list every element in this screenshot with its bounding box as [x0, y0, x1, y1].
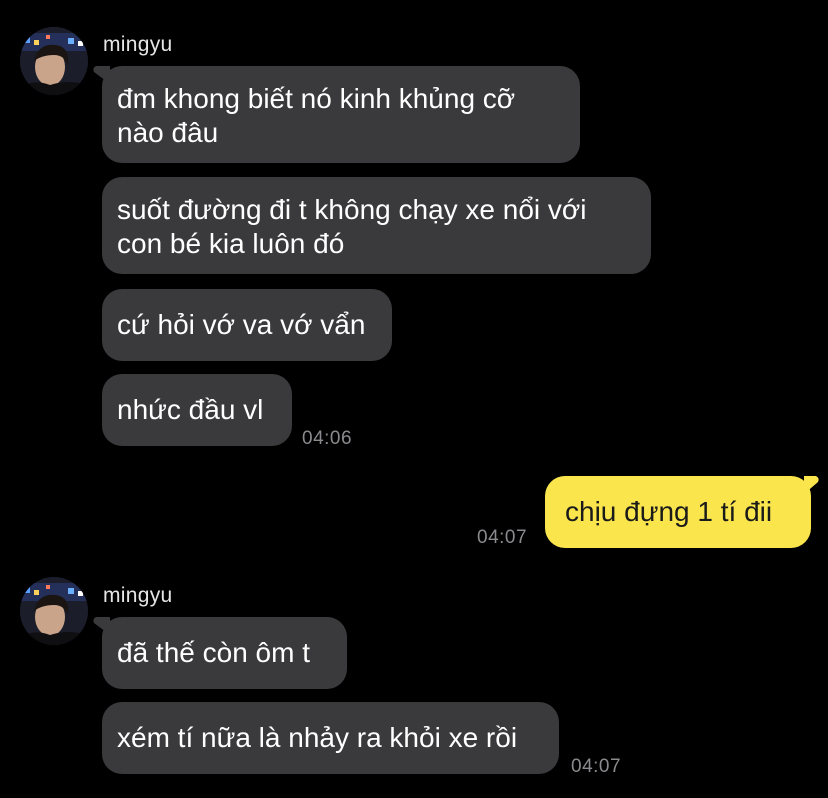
avatar[interactable]	[20, 577, 88, 645]
message-timestamp: 04:06	[302, 428, 353, 449]
incoming-message[interactable]: cứ hỏi vớ va vớ vẩn	[102, 289, 392, 361]
incoming-message[interactable]: đm khong biết nó kinh khủng cỡ nào đâu	[102, 66, 580, 163]
message-timestamp: 04:07	[571, 756, 622, 777]
incoming-message[interactable]: suốt đường đi t không chạy xe nổi với co…	[102, 177, 651, 274]
outgoing-message[interactable]: chịu đựng 1 tí đii	[545, 476, 811, 548]
message-timestamp: 04:07	[477, 527, 528, 548]
bubble-tail	[804, 476, 819, 494]
incoming-message[interactable]: xém tí nữa là nhảy ra khỏi xe rồi	[102, 702, 559, 774]
incoming-message[interactable]: nhức đầu vl	[102, 374, 292, 446]
avatar[interactable]	[20, 27, 88, 95]
sender-name: mingyu	[103, 33, 173, 56]
sender-name: mingyu	[103, 584, 173, 607]
incoming-message[interactable]: đã thế còn ôm t	[102, 617, 347, 689]
